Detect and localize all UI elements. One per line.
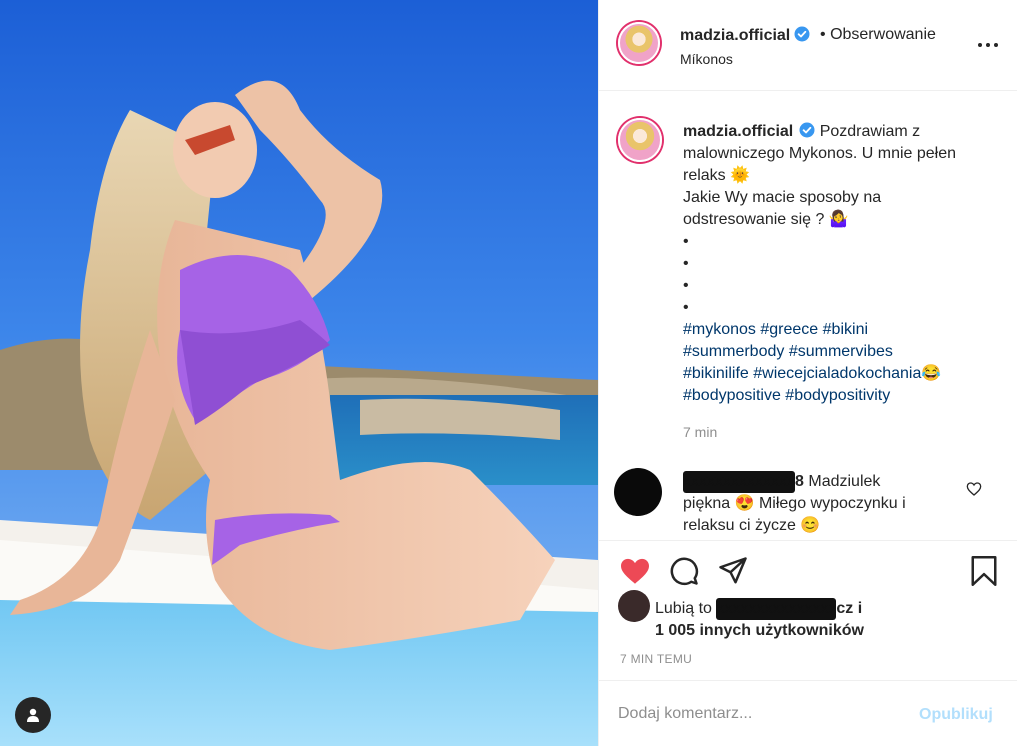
redacted-username[interactable]: xxxxxxxxxxxxxx <box>683 471 795 493</box>
likes-summary[interactable]: Lubią to xxxxxxxxxxxxxxxcz i 1 005 innyc… <box>655 598 1005 642</box>
save-bookmark-icon[interactable] <box>970 556 998 586</box>
caption-line: relaks 🌞 <box>683 167 751 184</box>
comment-composer: Opublikuj <box>599 680 1017 746</box>
following-button[interactable]: Obserwowanie <box>830 26 936 43</box>
more-options-icon[interactable] <box>977 36 999 54</box>
caption-bullet: • <box>683 255 689 272</box>
post-side-panel: madzia.official • Obserwowanie Míkonos m… <box>598 0 1017 746</box>
tagged-user-button[interactable] <box>15 697 51 733</box>
author-username[interactable]: madzia.official <box>680 26 810 45</box>
hashtag-link[interactable]: #wiecejcialadokochania😂 <box>753 365 941 382</box>
caption-author-avatar[interactable] <box>618 118 662 162</box>
hashtag-link[interactable]: #bikini <box>823 321 868 338</box>
likes-count[interactable]: 1 005 innych użytkowników <box>655 620 1005 642</box>
caption-line: malowniczego Mykonos. U mnie pełen <box>683 145 957 162</box>
post-timestamp[interactable]: 7 MIN TEMU <box>620 652 692 666</box>
likes-prefix: Lubią to <box>655 600 712 617</box>
like-heart-icon[interactable] <box>619 557 651 585</box>
post-photo[interactable] <box>0 0 598 746</box>
share-paper-plane-icon[interactable] <box>718 556 748 586</box>
comment-bubble-icon[interactable] <box>669 556 699 586</box>
hashtag-link[interactable]: #bikinilife <box>683 365 749 382</box>
post-location[interactable]: Míkonos <box>680 51 733 67</box>
caption-time[interactable]: 7 min <box>683 424 717 440</box>
caption-line: odstresowanie się ? 🤷‍♀️ <box>683 211 849 228</box>
author-username-text[interactable]: madzia.official <box>680 27 790 44</box>
follow-separator: • <box>820 26 826 43</box>
verified-badge-icon <box>794 26 810 42</box>
redacted-liker-name[interactable]: xxxxxxxxxxxxxxx <box>716 598 837 620</box>
hashtag-link[interactable]: #mykonos <box>683 321 756 338</box>
hashtag-link[interactable]: #summerbody <box>683 343 784 360</box>
caption-bullet: • <box>683 277 689 294</box>
post-caption: madzia.official Pozdrawiam z malowniczeg… <box>683 121 1003 407</box>
hashtag-link[interactable]: #bodypositive <box>683 387 781 404</box>
post-actions: Lubią to xxxxxxxxxxxxxxxcz i 1 005 innyc… <box>599 540 1017 680</box>
hashtag-line: #bikinilife #wiecejcialadokochania😂 <box>683 363 1003 385</box>
post-header: madzia.official • Obserwowanie Míkonos <box>599 0 1017 91</box>
hashtag-link[interactable]: #greece <box>760 321 818 338</box>
comment-like-icon[interactable] <box>966 481 982 497</box>
comment-item: xxxxxxxxxxxxxx8 Madziulek piękna 😍 Miłeg… <box>599 459 1017 539</box>
caption-bullet: • <box>683 233 689 250</box>
post-photo-image <box>0 0 598 746</box>
follow-status[interactable]: • Obserwowanie <box>820 26 936 44</box>
caption-author-username[interactable]: madzia.official <box>683 123 793 140</box>
hashtag-link[interactable]: #bodypositivity <box>785 387 890 404</box>
comment-line: Madziulek <box>808 473 881 490</box>
person-icon <box>27 708 39 722</box>
hashtag-line: #bodypositive #bodypositivity <box>683 385 1003 407</box>
caption-line: Jakie Wy macie sposoby na <box>683 189 882 206</box>
comment-line: relaksu ci życze 😊 <box>683 517 821 534</box>
comment-text: xxxxxxxxxxxxxx8 Madziulek piękna 😍 Miłeg… <box>683 471 963 537</box>
comments-area[interactable]: madzia.official Pozdrawiam z malowniczeg… <box>599 92 1017 540</box>
add-comment-input[interactable] <box>618 697 908 731</box>
comment-line: piękna 😍 Miłego wypoczynku i <box>683 495 906 512</box>
likes-suffix: cz i <box>836 600 863 617</box>
hashtag-line: #summerbody #summervibes <box>683 341 1003 363</box>
author-avatar[interactable] <box>618 22 660 64</box>
hashtag-line: #mykonos #greece #bikini <box>683 319 1003 341</box>
hashtag-link[interactable]: #summervibes <box>789 343 893 360</box>
liker-avatar[interactable] <box>618 590 650 622</box>
commenter-username-suffix[interactable]: 8 <box>795 473 804 490</box>
verified-badge-icon <box>799 122 815 138</box>
caption-line: Pozdrawiam z <box>819 123 921 140</box>
commenter-avatar[interactable] <box>614 468 662 516</box>
publish-button[interactable]: Opublikuj <box>919 706 993 724</box>
caption-bullet: • <box>683 299 689 316</box>
